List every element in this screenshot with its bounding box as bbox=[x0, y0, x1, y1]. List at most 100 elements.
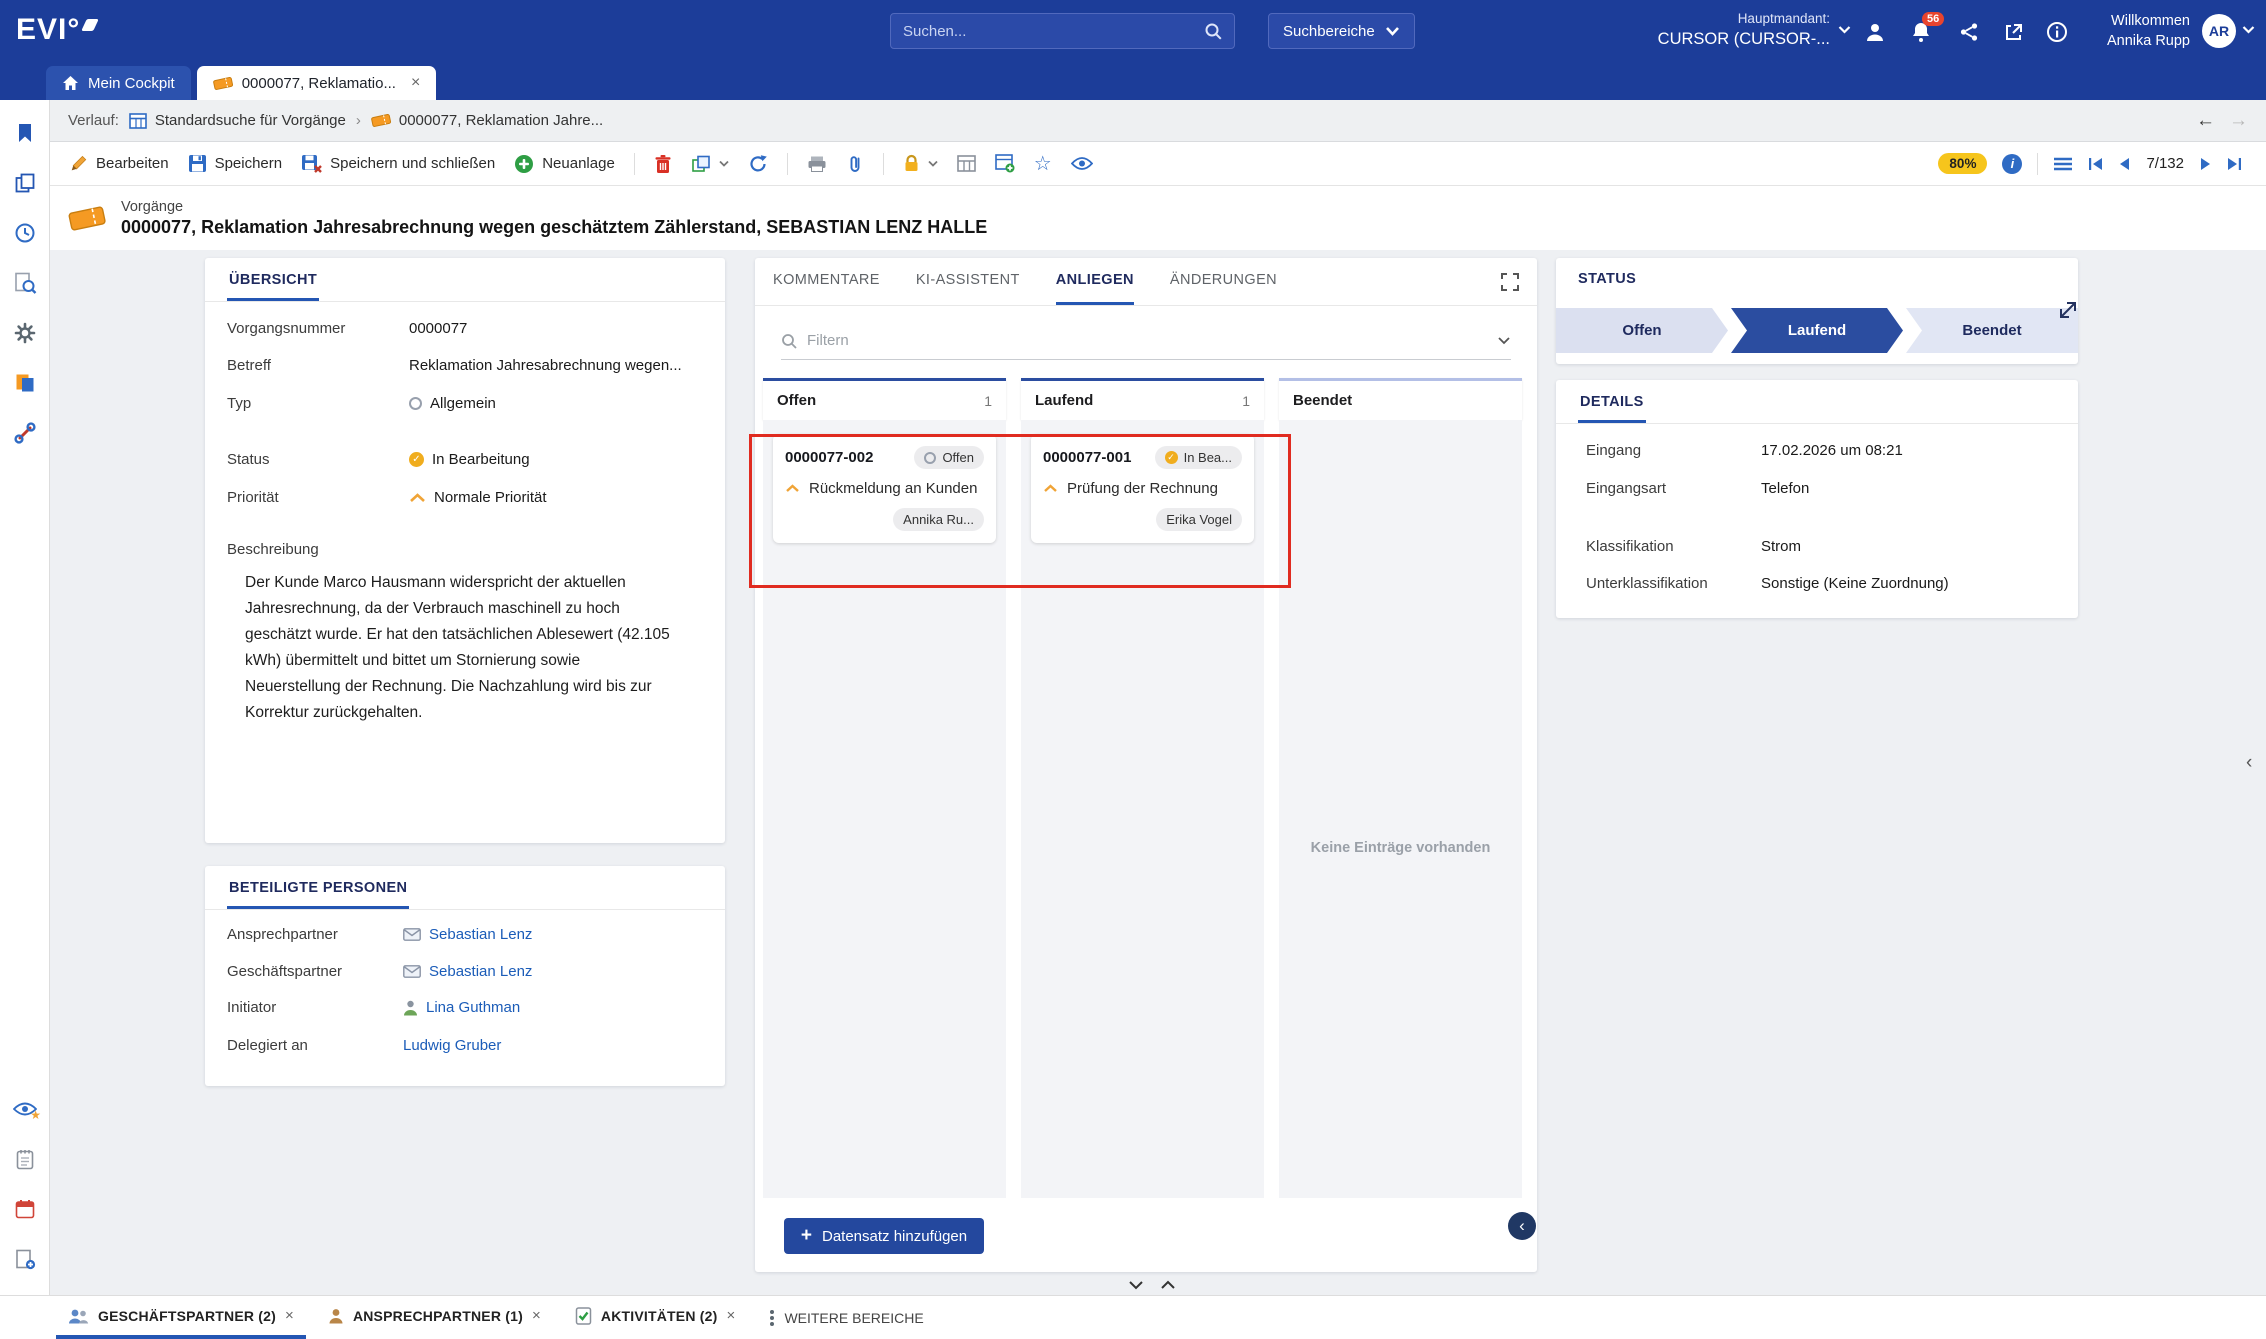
document-search-icon[interactable] bbox=[0, 262, 50, 304]
breadcrumb-item-record[interactable]: 0000077, Reklamation Jahre... bbox=[371, 112, 603, 129]
tab-anliegen[interactable]: ANLIEGEN bbox=[1056, 258, 1134, 305]
field-value: 0000077 bbox=[409, 320, 467, 337]
bottom-tab-aktivitaeten[interactable]: AKTIVITÄTEN (2) × bbox=[563, 1296, 748, 1339]
history-back-icon[interactable]: ← bbox=[2196, 110, 2215, 132]
menu-hamburger-icon[interactable] bbox=[2053, 156, 2073, 172]
help-info-icon[interactable] bbox=[2044, 19, 2070, 45]
bottom-tab-ansprechpartner[interactable]: ANSPRECHPARTNER (1) × bbox=[316, 1296, 553, 1339]
record-header: Vorgänge 0000077, Reklamation Jahresabre… bbox=[50, 186, 2266, 250]
collapse-panel-button[interactable]: ‹ bbox=[1508, 1212, 1536, 1240]
status-badge: ✓ In Bea... bbox=[1155, 446, 1242, 469]
tenant-chevron-down-icon[interactable] bbox=[1838, 25, 1851, 34]
open-external-icon[interactable] bbox=[2000, 19, 2026, 45]
bottom-tab-label: ANSPRECHPARTNER (1) bbox=[353, 1308, 523, 1324]
filter-input[interactable] bbox=[807, 332, 1487, 349]
plus-icon: + bbox=[801, 1225, 812, 1247]
watch-eye-icon[interactable] bbox=[1071, 156, 1093, 171]
share-icon[interactable] bbox=[1956, 19, 1982, 45]
expand-up-icon[interactable] bbox=[1160, 1280, 1176, 1290]
watchlist-eye-star-icon[interactable]: ★ bbox=[0, 1088, 50, 1130]
status-step-offen[interactable]: Offen bbox=[1556, 308, 1728, 353]
record-pager: 7/132 bbox=[2146, 155, 2184, 172]
add-record-button[interactable]: + Datensatz hinzufügen bbox=[784, 1218, 984, 1254]
person-link[interactable]: Lina Guthman bbox=[403, 999, 520, 1016]
bottom-tab-geschaeftspartner[interactable]: GESCHÄFTSPARTNER (2) × bbox=[56, 1296, 306, 1339]
tab-mein-cockpit[interactable]: Mein Cockpit bbox=[46, 66, 191, 100]
maximize-icon[interactable] bbox=[1501, 273, 1519, 291]
status-step-beendet[interactable]: Beendet bbox=[1906, 308, 2078, 353]
last-record-icon[interactable] bbox=[2226, 157, 2242, 171]
field-vorgangsnummer: Vorgangsnummer 0000077 bbox=[227, 320, 707, 337]
calendar-icon[interactable] bbox=[0, 1188, 50, 1230]
zoom-badge[interactable]: 80% bbox=[1938, 153, 1987, 174]
more-areas-button[interactable]: WEITERE BEREICHE bbox=[757, 1296, 935, 1339]
diagonal-resize-icon[interactable] bbox=[2058, 300, 2078, 325]
close-icon[interactable]: × bbox=[285, 1307, 294, 1324]
add-to-list-button[interactable] bbox=[995, 154, 1015, 173]
column-count: 1 bbox=[1242, 393, 1250, 409]
search-icon[interactable] bbox=[1204, 22, 1222, 40]
delete-button[interactable] bbox=[654, 154, 672, 174]
tab-aenderungen[interactable]: ÄNDERUNGEN bbox=[1170, 258, 1277, 305]
breadcrumb-separator: › bbox=[356, 112, 361, 129]
notifications-bell-icon[interactable]: 56 bbox=[1908, 19, 1934, 45]
column-title: Beendet bbox=[1293, 392, 1352, 409]
record-toolbar: Bearbeiten Speichern Speichern und schli… bbox=[50, 142, 2266, 186]
search-input[interactable] bbox=[903, 23, 1196, 40]
kanban-card[interactable]: 0000077-002 Offen Rückmeldung an Kunden bbox=[773, 434, 996, 543]
search-scopes-button[interactable]: Suchbereiche bbox=[1268, 13, 1415, 49]
welcome-line1: Willkommen bbox=[2078, 11, 2190, 31]
status-step-laufend[interactable]: Laufend bbox=[1731, 308, 1903, 353]
save-button[interactable]: Speichern bbox=[188, 154, 283, 173]
info-icon[interactable]: i bbox=[2002, 154, 2022, 174]
tools-wrench-icon[interactable] bbox=[0, 412, 50, 454]
document-add-icon[interactable] bbox=[0, 1238, 50, 1280]
permissions-button[interactable] bbox=[903, 154, 938, 173]
collapse-right-panel-icon[interactable]: ‹ bbox=[2246, 752, 2252, 774]
chevron-down-icon[interactable] bbox=[1497, 336, 1511, 345]
field-label: Beschreibung bbox=[227, 541, 409, 558]
first-record-icon[interactable] bbox=[2088, 157, 2104, 171]
save-close-button[interactable]: Speichern und schließen bbox=[301, 154, 495, 173]
tenant-selector[interactable]: Hauptmandant: CURSOR (CURSOR-... bbox=[1590, 9, 1830, 49]
paperclip-icon bbox=[846, 154, 864, 174]
edit-button[interactable]: Bearbeiten bbox=[68, 154, 169, 174]
field-label: Betreff bbox=[227, 357, 409, 374]
details-title: DETAILS bbox=[1578, 381, 1646, 423]
attachment-button[interactable] bbox=[846, 154, 864, 174]
duplicate-icon[interactable] bbox=[0, 162, 50, 204]
person-link[interactable]: Sebastian Lenz bbox=[403, 963, 532, 980]
table-icon bbox=[957, 155, 976, 172]
breadcrumb-item-search[interactable]: Standardsuche für Vorgänge bbox=[129, 112, 346, 129]
prev-record-icon[interactable] bbox=[2119, 157, 2131, 171]
table-view-button[interactable] bbox=[957, 155, 976, 172]
notepad-icon[interactable] bbox=[0, 1138, 50, 1180]
bookmark-icon[interactable] bbox=[0, 112, 50, 154]
person-link[interactable]: Sebastian Lenz bbox=[403, 926, 532, 943]
close-icon[interactable]: × bbox=[726, 1307, 735, 1324]
history-clock-icon[interactable] bbox=[0, 212, 50, 254]
avatar[interactable]: AR bbox=[2202, 14, 2236, 48]
tab-ki-assistent[interactable]: KI-ASSISTENT bbox=[916, 258, 1020, 305]
priority-caret-icon bbox=[1043, 484, 1058, 493]
documents-icon[interactable] bbox=[0, 362, 50, 404]
create-new-button[interactable]: Neuanlage bbox=[514, 154, 615, 174]
favorite-star-icon[interactable]: ☆ bbox=[1034, 151, 1052, 176]
person-link[interactable]: Ludwig Gruber bbox=[403, 1037, 501, 1054]
breadcrumb-label: Verlauf: bbox=[68, 112, 119, 129]
user-menu-chevron-down-icon[interactable] bbox=[2242, 25, 2255, 34]
next-record-icon[interactable] bbox=[2199, 157, 2211, 171]
copy-record-button[interactable] bbox=[691, 155, 729, 173]
tab-record[interactable]: 0000077, Reklamatio... × bbox=[197, 66, 437, 100]
tab-kommentare[interactable]: KOMMENTARE bbox=[773, 258, 880, 305]
collapse-down-icon[interactable] bbox=[1128, 1280, 1144, 1290]
tab-close-icon[interactable]: × bbox=[411, 74, 420, 92]
gear-icon[interactable] bbox=[0, 312, 50, 354]
refresh-button[interactable] bbox=[748, 154, 768, 174]
close-icon[interactable]: × bbox=[532, 1307, 541, 1324]
print-button[interactable] bbox=[807, 155, 827, 173]
person-name: Sebastian Lenz bbox=[429, 926, 532, 943]
refresh-icon bbox=[748, 154, 768, 174]
user-roles-icon[interactable] bbox=[1862, 19, 1888, 45]
kanban-card[interactable]: 0000077-001 ✓ In Bea... Prüfung der Rech… bbox=[1031, 434, 1254, 543]
